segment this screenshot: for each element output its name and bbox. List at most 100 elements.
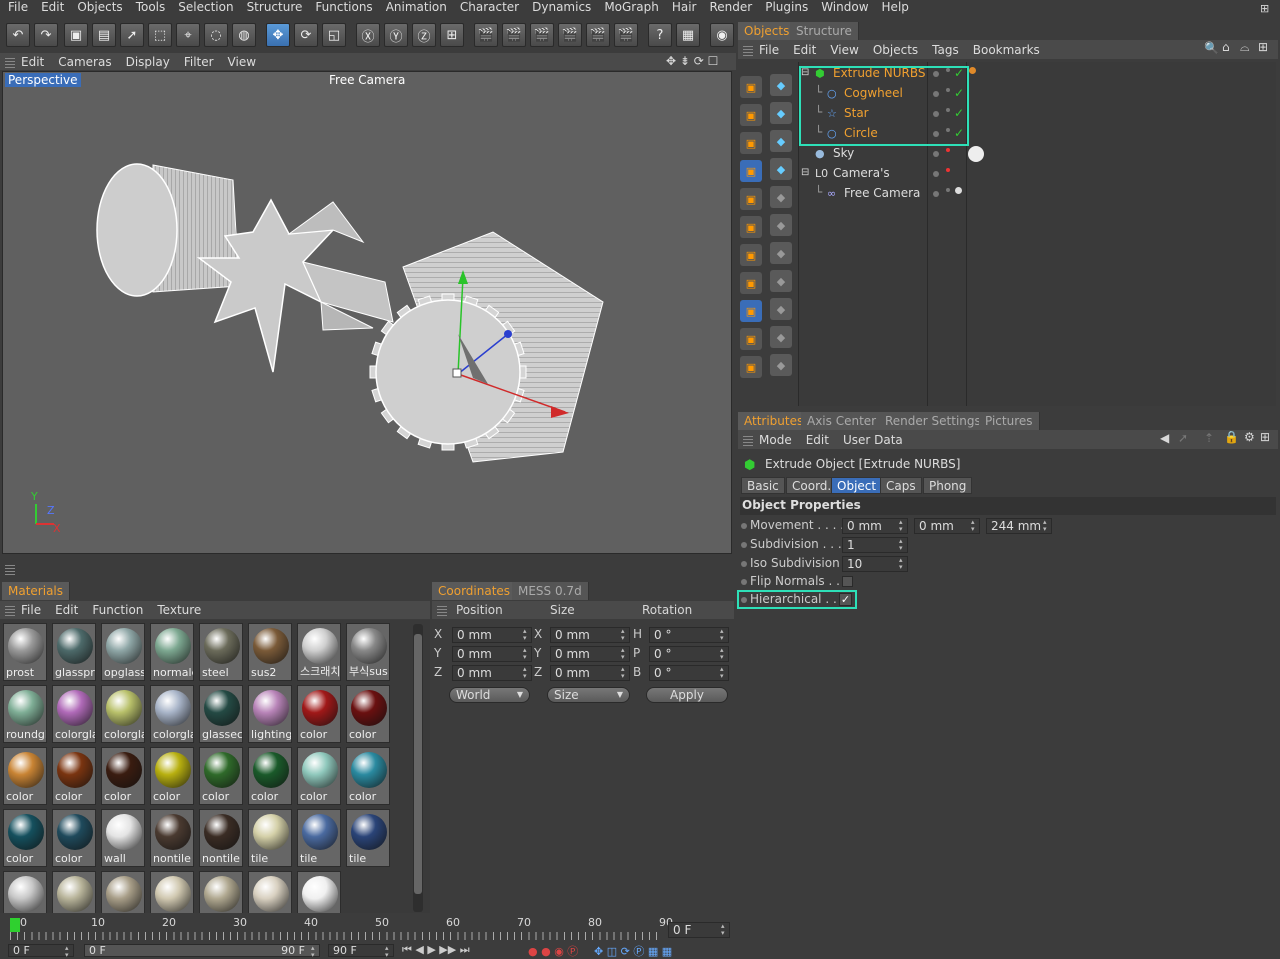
render-dot[interactable]: [946, 188, 950, 192]
lock-icon[interactable]: 🔒: [1224, 430, 1239, 444]
rot-value-field[interactable]: 0 °: [649, 665, 729, 681]
menu-character[interactable]: Character: [460, 0, 519, 14]
materials-menu-texture[interactable]: Texture: [157, 603, 201, 617]
material-swatch[interactable]: opglass: [101, 623, 145, 681]
menu-mograph[interactable]: MoGraph: [604, 0, 659, 14]
menu-selection[interactable]: Selection: [178, 0, 233, 14]
visibility-dot[interactable]: [933, 111, 939, 117]
scale-tool-icon[interactable]: ◱: [322, 23, 346, 47]
material-swatch[interactable]: roundgl: [3, 685, 47, 743]
material-swatch[interactable]: tile: [297, 809, 341, 867]
material-swatch[interactable]: wall: [101, 809, 145, 867]
flip-normals-checkbox[interactable]: [842, 576, 853, 587]
visibility-dot[interactable]: [933, 171, 939, 177]
material-swatch[interactable]: color: [346, 685, 390, 743]
object-name[interactable]: Sky: [833, 146, 854, 160]
deformer-icon[interactable]: ◆: [770, 186, 792, 208]
coordinate-system-icon[interactable]: ⊞: [440, 23, 464, 47]
material-swatch[interactable]: 스크래치: [297, 623, 341, 681]
menu-animation[interactable]: Animation: [386, 0, 447, 14]
menu-tools[interactable]: Tools: [136, 0, 166, 14]
light-icon[interactable]: ◆: [770, 298, 792, 320]
render-dot[interactable]: [946, 148, 950, 152]
sky-texture-tag-icon[interactable]: [968, 146, 984, 162]
material-swatch[interactable]: color: [150, 747, 194, 805]
checker-icon[interactable]: ▣: [740, 356, 762, 378]
render-dot[interactable]: [946, 68, 950, 72]
material-swatch[interactable]: nontile: [150, 809, 194, 867]
objects-menu-edit[interactable]: Edit: [793, 43, 816, 57]
material-swatch[interactable]: [150, 871, 194, 913]
object-name[interactable]: Star: [844, 106, 869, 120]
render-queue-icon[interactable]: 🎬: [586, 23, 610, 47]
material-swatch[interactable]: glasspr: [52, 623, 96, 681]
render-dot[interactable]: [946, 88, 950, 92]
frame-range-slider[interactable]: 0 F 90 F: [84, 944, 320, 959]
tab-objects[interactable]: Objects: [738, 22, 797, 40]
window-expand-icon[interactable]: ⊞: [1260, 2, 1269, 15]
move-tool-icon[interactable]: ✥: [266, 23, 290, 47]
tab-render-settings[interactable]: Render Settings: [879, 412, 988, 430]
visibility-dot[interactable]: [933, 151, 939, 157]
objects-menu-file[interactable]: File: [759, 43, 779, 57]
attributes-menu-edit[interactable]: Edit: [806, 433, 829, 447]
menu-plugins[interactable]: Plugins: [765, 0, 808, 14]
render-dot[interactable]: [946, 128, 950, 132]
timeline[interactable]: 0 10 20 30 40 50 60 70 80 90 0 F: [0, 914, 736, 942]
timeline-playhead[interactable]: [10, 918, 20, 932]
material-swatch[interactable]: glassec: [199, 685, 243, 743]
save-icon[interactable]: ▣: [64, 23, 88, 47]
iso-subdivision-field[interactable]: 10: [842, 556, 908, 572]
layout-1-icon[interactable]: ▣: [740, 76, 762, 98]
material-swatch[interactable]: colorgla: [52, 685, 96, 743]
render-settings-icon[interactable]: 🎬: [558, 23, 582, 47]
movement-y-field[interactable]: 0 mm: [914, 518, 980, 534]
tab-coordinates[interactable]: Coordinates: [432, 582, 518, 600]
hierarchical-anim-dot[interactable]: [741, 597, 747, 603]
objects-menu-view[interactable]: View: [830, 43, 858, 57]
texture-icon[interactable]: ▣: [740, 328, 762, 350]
end-frame-field[interactable]: 90 F: [328, 944, 394, 959]
expand-toggle-icon[interactable]: ⊟: [801, 167, 809, 178]
model-icon[interactable]: ▣: [740, 300, 762, 322]
nurbs-icon[interactable]: ◆: [770, 130, 792, 152]
material-swatch[interactable]: prost: [3, 623, 47, 681]
prop-tab-caps[interactable]: Caps: [880, 477, 922, 494]
materials-menu-function[interactable]: Function: [92, 603, 143, 617]
scene-icon[interactable]: ◆: [770, 214, 792, 236]
menu-help[interactable]: Help: [882, 0, 909, 14]
polygon-icon[interactable]: ▣: [740, 216, 762, 238]
material-tag-icon[interactable]: [969, 67, 976, 74]
camera-target-tag-icon[interactable]: [955, 187, 962, 194]
edge-icon[interactable]: ▣: [740, 244, 762, 266]
render-picture-viewer-icon[interactable]: 🎬: [530, 23, 554, 47]
camera-icon[interactable]: ◆: [770, 270, 792, 292]
material-swatch[interactable]: color: [199, 747, 243, 805]
viewport-3d[interactable]: Perspective Free Camera Y Z X: [2, 71, 732, 554]
lasso-icon[interactable]: ◌: [204, 23, 228, 47]
enabled-check-icon[interactable]: ✓: [954, 106, 964, 120]
prop-tab-coord[interactable]: Coord.: [786, 477, 838, 494]
rot-value-field[interactable]: 0 °: [649, 627, 729, 643]
cube-icon[interactable]: ◆: [770, 74, 792, 96]
material-swatch[interactable]: 부식sus: [346, 623, 390, 681]
material-swatch[interactable]: [3, 871, 47, 913]
material-swatch[interactable]: color: [297, 685, 341, 743]
size-mode-dropdown[interactable]: Size ▼: [547, 687, 630, 703]
render-region-icon[interactable]: 🎬: [502, 23, 526, 47]
materials-menu-edit[interactable]: Edit: [55, 603, 78, 617]
redo-icon[interactable]: ↷: [34, 23, 58, 47]
material-swatch[interactable]: normale: [150, 623, 194, 681]
viewport-nav-icons[interactable]: ✥ ⇟ ⟳ ☐: [666, 54, 718, 68]
render-all-icon[interactable]: 🎬: [614, 23, 638, 47]
render-dot[interactable]: [946, 168, 950, 172]
material-swatch[interactable]: tile: [248, 809, 292, 867]
undo-icon[interactable]: ↶: [6, 23, 30, 47]
menu-dynamics[interactable]: Dynamics: [532, 0, 591, 14]
object-name[interactable]: Cogwheel: [844, 86, 903, 100]
back-arrow-icon[interactable]: ◀: [1160, 431, 1169, 445]
object-name[interactable]: Camera's: [833, 166, 890, 180]
enabled-check-icon[interactable]: ✓: [954, 66, 964, 80]
movement-z-field[interactable]: 244 mm: [986, 518, 1052, 534]
object-name[interactable]: Free Camera: [844, 186, 920, 200]
